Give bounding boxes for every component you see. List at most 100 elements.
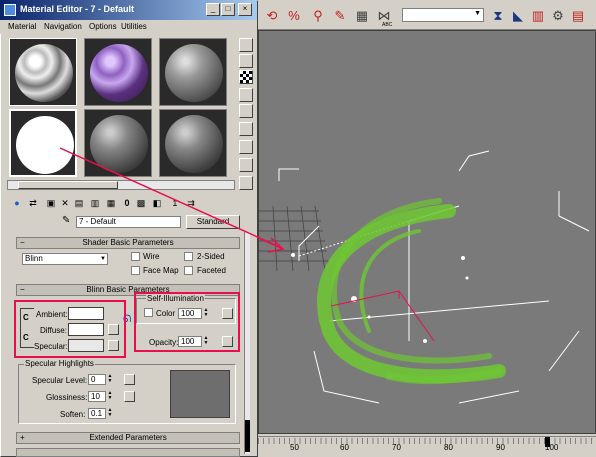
reset-map-icon[interactable]: ✕: [58, 197, 72, 211]
shader-rollout-header[interactable]: − Shader Basic Parameters: [16, 237, 240, 249]
tick-90: 90: [496, 443, 505, 452]
perspective-viewport[interactable]: [258, 30, 596, 434]
menu-material[interactable]: Material: [8, 22, 36, 31]
show-end-result-icon[interactable]: ◧: [150, 197, 164, 211]
next-rollout-header[interactable]: [16, 448, 240, 457]
make-preview-icon[interactable]: [239, 122, 253, 136]
extended-rollout-title: Extended Parameters: [89, 433, 167, 442]
tick-80: 80: [444, 443, 453, 452]
sample-slot-4-active[interactable]: [9, 109, 77, 177]
tick-70: 70: [392, 443, 401, 452]
material-navigator-icon[interactable]: [239, 176, 253, 190]
slots-scrollbar[interactable]: [7, 180, 235, 190]
sample-slot-5[interactable]: [84, 109, 152, 177]
sample-slots: [7, 36, 235, 178]
close-button[interactable]: ×: [238, 3, 252, 16]
menu-navigation[interactable]: Navigation: [44, 22, 82, 31]
abc-label: ABC: [382, 22, 393, 28]
app-icon: [4, 4, 16, 16]
title-bar[interactable]: Material Editor - 7 - Default _ □ ×: [0, 0, 257, 20]
background-icon[interactable]: [239, 70, 253, 84]
make-copy-icon[interactable]: ▤: [72, 197, 86, 211]
shader-type-value: Blinn: [25, 254, 43, 263]
wire-label: Wire: [143, 252, 160, 261]
schematic-view-icon[interactable]: ▥: [530, 8, 546, 24]
sample-slot-2[interactable]: [84, 38, 152, 106]
menu-options[interactable]: Options: [89, 22, 117, 31]
sample-slot-1[interactable]: [9, 38, 77, 106]
material-editor-icon[interactable]: ⚙: [550, 8, 566, 24]
spinner-snap-icon[interactable]: ⚲: [310, 8, 326, 24]
soften-label: Soften:: [60, 410, 86, 419]
self-illum-highlight: [134, 292, 240, 352]
main-toolbar: ⟲ % ⚲ ✎ ▦ ⋈ ABC ▼ ⧗ ◣ ▥ ⚙ ▤: [258, 0, 596, 30]
two-sided-checkbox[interactable]: [184, 252, 193, 261]
put-to-library-icon[interactable]: ▦: [104, 197, 118, 211]
tick-60: 60: [340, 443, 349, 452]
home-grid: [259, 205, 329, 272]
chevron-down-icon: ▼: [474, 10, 481, 17]
two-sided-label: 2-Sided: [197, 252, 225, 261]
tick-100: 100: [545, 443, 559, 452]
glossiness-field[interactable]: 10: [88, 391, 106, 402]
wire-checkbox[interactable]: [131, 252, 140, 261]
put-to-scene-icon[interactable]: ⇄: [26, 197, 40, 211]
eyedropper-icon[interactable]: ✎: [62, 215, 70, 226]
select-by-material-icon[interactable]: [239, 158, 253, 172]
menu-bar: Material Navigation Options Utilities: [0, 20, 257, 34]
glossiness-map-button[interactable]: [124, 391, 135, 402]
highlight-curve-graph: [170, 370, 230, 418]
specular-level-spinner[interactable]: ▲ ▼: [107, 374, 113, 385]
percent-snap-icon[interactable]: %: [286, 8, 302, 24]
specular-highlights-label: Specular Highlights: [24, 359, 95, 368]
show-map-icon[interactable]: ▩: [134, 197, 148, 211]
make-unique-icon[interactable]: ▥: [88, 197, 102, 211]
minimize-button[interactable]: _: [206, 3, 220, 16]
material-name-field[interactable]: 7 - Default: [76, 216, 181, 228]
options-icon[interactable]: [239, 140, 253, 154]
named-selection-dropdown[interactable]: ▼: [402, 8, 484, 22]
edit-named-selection-icon[interactable]: ▦: [354, 8, 370, 24]
material-type-button[interactable]: Standard: [186, 215, 240, 229]
material-effects-channel-icon[interactable]: 0: [120, 197, 134, 211]
sample-slot-6[interactable]: [159, 109, 227, 177]
align-icon[interactable]: ⧗: [490, 8, 506, 24]
glossiness-label: Glossiness:: [46, 393, 88, 402]
chevron-down-icon: ▼: [100, 256, 106, 262]
backlight-icon[interactable]: [239, 54, 253, 68]
specular-level-label: Specular Level:: [32, 376, 88, 385]
menu-utilities[interactable]: Utilities: [121, 22, 147, 31]
viewport-scene: [259, 150, 590, 404]
sample-type-icon[interactable]: [239, 38, 253, 52]
soften-spinner[interactable]: ▲ ▼: [107, 408, 113, 419]
annotation-arrow: [259, 237, 285, 253]
face-map-label: Face Map: [143, 266, 179, 275]
assign-to-selection-icon[interactable]: ▣: [44, 197, 58, 211]
sample-slot-3[interactable]: [159, 38, 227, 106]
tick-50: 50: [290, 443, 299, 452]
go-to-parent-icon[interactable]: ↥: [168, 197, 182, 211]
render-scene-icon[interactable]: ▤: [570, 8, 586, 24]
video-check-icon[interactable]: [239, 104, 253, 118]
shader-type-dropdown[interactable]: Blinn ▼: [22, 253, 108, 265]
specular-level-map-button[interactable]: [124, 374, 135, 385]
uv-tiling-icon[interactable]: [239, 88, 253, 102]
extended-rollout-header[interactable]: + Extended Parameters: [16, 432, 240, 444]
faceted-checkbox[interactable]: [184, 266, 193, 275]
curve-editor-icon[interactable]: ◣: [510, 8, 526, 24]
glossiness-spinner[interactable]: ▲ ▼: [107, 391, 113, 402]
soften-field[interactable]: 0.1: [88, 408, 106, 419]
window-title: Material Editor - 7 - Default: [20, 4, 135, 14]
angle-snap-icon[interactable]: ⟲: [264, 8, 280, 24]
restore-button[interactable]: □: [221, 3, 235, 16]
material-name: 7 - Default: [79, 217, 116, 226]
color-swatches-highlight: [14, 300, 126, 358]
face-map-checkbox[interactable]: [131, 266, 140, 275]
specular-level-field[interactable]: 0: [88, 374, 106, 385]
shader-rollout-title: Shader Basic Parameters: [82, 238, 174, 247]
editor-scrollbar[interactable]: [244, 232, 250, 454]
faceted-label: Faceted: [197, 266, 226, 275]
go-forward-icon[interactable]: ⇉: [184, 197, 198, 211]
named-selection-icon[interactable]: ✎: [332, 8, 348, 24]
get-material-icon[interactable]: ●: [10, 197, 24, 211]
